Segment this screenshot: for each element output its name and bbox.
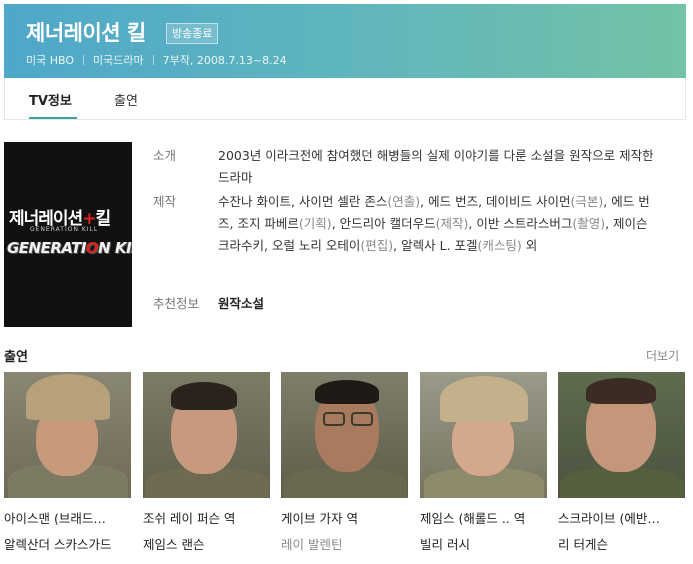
- meta-divider: [83, 55, 85, 65]
- cast-actor[interactable]: 제임스 랜슨: [143, 534, 271, 553]
- cast-card[interactable]: 아이스맨 (브래드… 알렉산더 스카스가드: [4, 372, 132, 553]
- cast-photo[interactable]: [143, 372, 270, 498]
- tab-cast[interactable]: 출연: [114, 90, 138, 109]
- cast-card[interactable]: 게이브 가자 역 레이 발렌틴: [281, 372, 409, 553]
- status-badge: 방송종료: [166, 23, 219, 44]
- cast-photo[interactable]: [281, 372, 408, 498]
- broadcaster-label: 미국 HBO: [26, 54, 75, 67]
- cast-photo[interactable]: [4, 372, 131, 498]
- recommend-link[interactable]: 원작소설: [218, 293, 658, 315]
- cast-role: 아이스맨 (브래드…: [4, 511, 106, 526]
- production-label: 제작: [153, 194, 177, 209]
- cast-actor[interactable]: 알렉산더 스카스가드: [4, 534, 132, 553]
- tab-tv-info[interactable]: TV정보: [29, 90, 72, 109]
- info-intro-row: 소개 2003년 이라크전에 참여했던 해병들의 실제 이야기를 다룬 소설을 …: [0, 145, 693, 189]
- program-header: 제너레이션 킬 방송종료 미국 HBO 미국드라마 7부작, 2008.7.13~8…: [4, 4, 686, 78]
- tab-bar: TV정보 출연: [4, 78, 686, 120]
- cast-card[interactable]: 조쉬 레이 퍼슨 역 제임스 랜슨: [143, 372, 271, 553]
- program-title: 제너레이션 킬: [26, 21, 146, 45]
- recommend-label: 추천정보: [153, 296, 200, 311]
- cast-card[interactable]: 스크라이브 (에반… 리 터게슨: [558, 372, 686, 553]
- cast-actor[interactable]: 리 터게슨: [558, 534, 686, 553]
- cast-photo[interactable]: [420, 372, 547, 498]
- cast-actor[interactable]: 빌리 러시: [420, 534, 548, 553]
- intro-value: 2003년 이라크전에 참여했던 해병들의 실제 이야기를 다룬 소설을 원작으…: [218, 148, 654, 185]
- meta-divider: [152, 55, 154, 65]
- info-recommend-row: 추천정보 원작소설: [0, 293, 693, 315]
- cast-section-title: 출연: [4, 350, 28, 365]
- program-meta: 미국 HBO 미국드라마 7부작, 2008.7.13~8.24: [26, 52, 287, 68]
- active-tab-indicator: [29, 117, 77, 119]
- cast-actor: 레이 발렌틴: [281, 537, 343, 552]
- cast-role: 제임스 (해롤드 .. 역: [420, 511, 526, 526]
- cast-photo[interactable]: [558, 372, 685, 498]
- production-value: 수잔나 화이트, 사이먼 셀란 존스(연출), 에드 번즈, 데이비드 사이먼(…: [218, 194, 650, 253]
- genre-label: 미국드라마: [93, 54, 144, 67]
- info-production-row: 제작 수잔나 화이트, 사이먼 셀란 존스(연출), 에드 번즈, 데이비드 사…: [0, 191, 693, 291]
- cast-role: 게이브 가자 역: [281, 511, 358, 526]
- episodes-dates-label: 7부작, 2008.7.13~8.24: [162, 54, 287, 67]
- intro-label: 소개: [153, 148, 177, 163]
- cast-card[interactable]: 제임스 (해롤드 .. 역 빌리 러시: [420, 372, 548, 553]
- cast-role: 조쉬 레이 퍼슨 역: [143, 511, 236, 526]
- more-button[interactable]: 더보기: [646, 347, 679, 364]
- cast-role: 스크라이브 (에반…: [558, 511, 660, 526]
